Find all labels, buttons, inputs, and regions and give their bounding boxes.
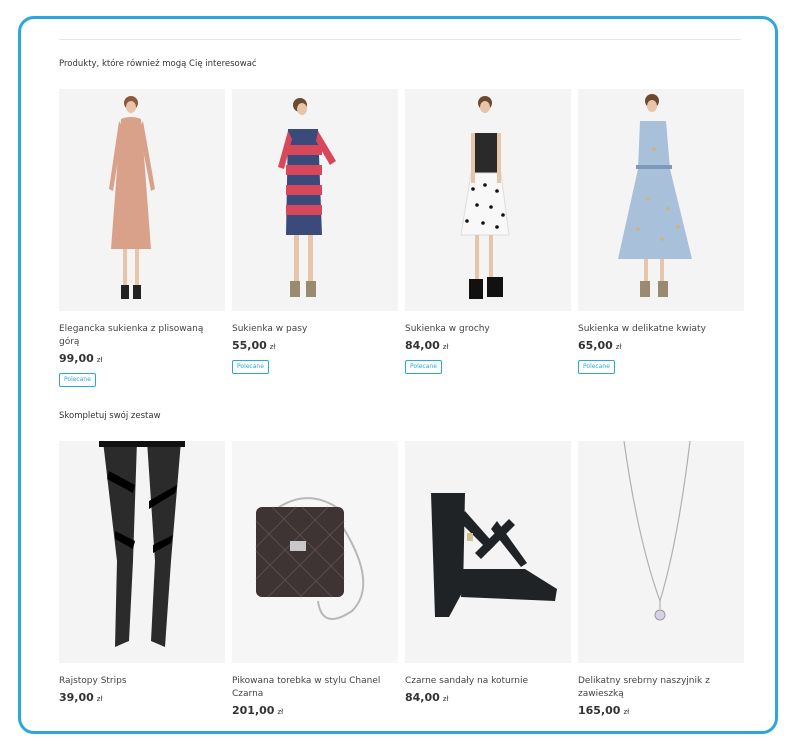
product-price: 99,00 zł <box>59 352 103 365</box>
product-name[interactable]: Sukienka w pasy <box>232 323 398 336</box>
recommended-badge: Polecane <box>232 360 269 374</box>
product-price: 84,00 zł <box>405 339 449 352</box>
product-name[interactable]: Pikowana torebka w stylu Chanel Czarna <box>232 675 398 701</box>
product-name[interactable]: Czarne sandały na koturnie <box>405 675 571 688</box>
product-price: 201,00 zł <box>232 704 284 717</box>
product-price: 39,00 zł <box>59 691 103 704</box>
product-card[interactable]: Pikowana torebka w stylu Chanel Czarna 2… <box>232 441 398 717</box>
product-name[interactable]: Sukienka w delikatne kwiaty <box>578 323 744 336</box>
divider <box>59 39 741 40</box>
product-name[interactable]: Sukienka w grochy <box>405 323 571 336</box>
section-title-recommended: Produkty, które również mogą Cię interes… <box>59 59 257 69</box>
product-image-floral-dress[interactable] <box>578 89 744 311</box>
product-image-silver-necklace[interactable] <box>578 441 744 663</box>
product-grid-recommended: Elegancka sukienka z plisowaną górą 99,0… <box>59 89 744 387</box>
product-image-pink-dress[interactable] <box>59 89 225 311</box>
product-card[interactable]: Sukienka w grochy 84,00 zł Polecane <box>405 89 571 387</box>
recommendations-panel: Produkty, które również mogą Cię interes… <box>18 16 778 734</box>
recommended-badge: Polecane <box>59 373 96 387</box>
recommended-badge: Polecane <box>405 360 442 374</box>
product-price: 65,00 zł <box>578 339 622 352</box>
product-name[interactable]: Delikatny srebrny naszyjnik z zawieszką <box>578 675 744 701</box>
product-price: 165,00 zł <box>578 704 630 717</box>
product-image-wedge-sandal[interactable] <box>405 441 571 663</box>
product-price: 84,00 zł <box>405 691 449 704</box>
product-grid-complete-set: Rajstopy Strips 39,00 zł Pikowana torebk… <box>59 441 744 717</box>
product-card[interactable]: Delikatny srebrny naszyjnik z zawieszką … <box>578 441 744 717</box>
product-card[interactable]: Czarne sandały na koturnie 84,00 zł <box>405 441 571 717</box>
product-card[interactable]: Rajstopy Strips 39,00 zł <box>59 441 225 717</box>
section-title-complete-set: Skompletuj swój zestaw <box>59 411 161 421</box>
recommended-badge: Polecane <box>578 360 615 374</box>
product-card[interactable]: Elegancka sukienka z plisowaną górą 99,0… <box>59 89 225 387</box>
product-image-black-tights[interactable] <box>59 441 225 663</box>
product-name[interactable]: Elegancka sukienka z plisowaną górą <box>59 323 225 349</box>
product-name[interactable]: Rajstopy Strips <box>59 675 225 688</box>
product-image-quilted-handbag[interactable] <box>232 441 398 663</box>
product-image-striped-dress[interactable] <box>232 89 398 311</box>
product-card[interactable]: Sukienka w pasy 55,00 zł Polecane <box>232 89 398 387</box>
product-card[interactable]: Sukienka w delikatne kwiaty 65,00 zł Pole… <box>578 89 744 387</box>
product-price: 55,00 zł <box>232 339 276 352</box>
product-image-polka-dot-dress[interactable] <box>405 89 571 311</box>
